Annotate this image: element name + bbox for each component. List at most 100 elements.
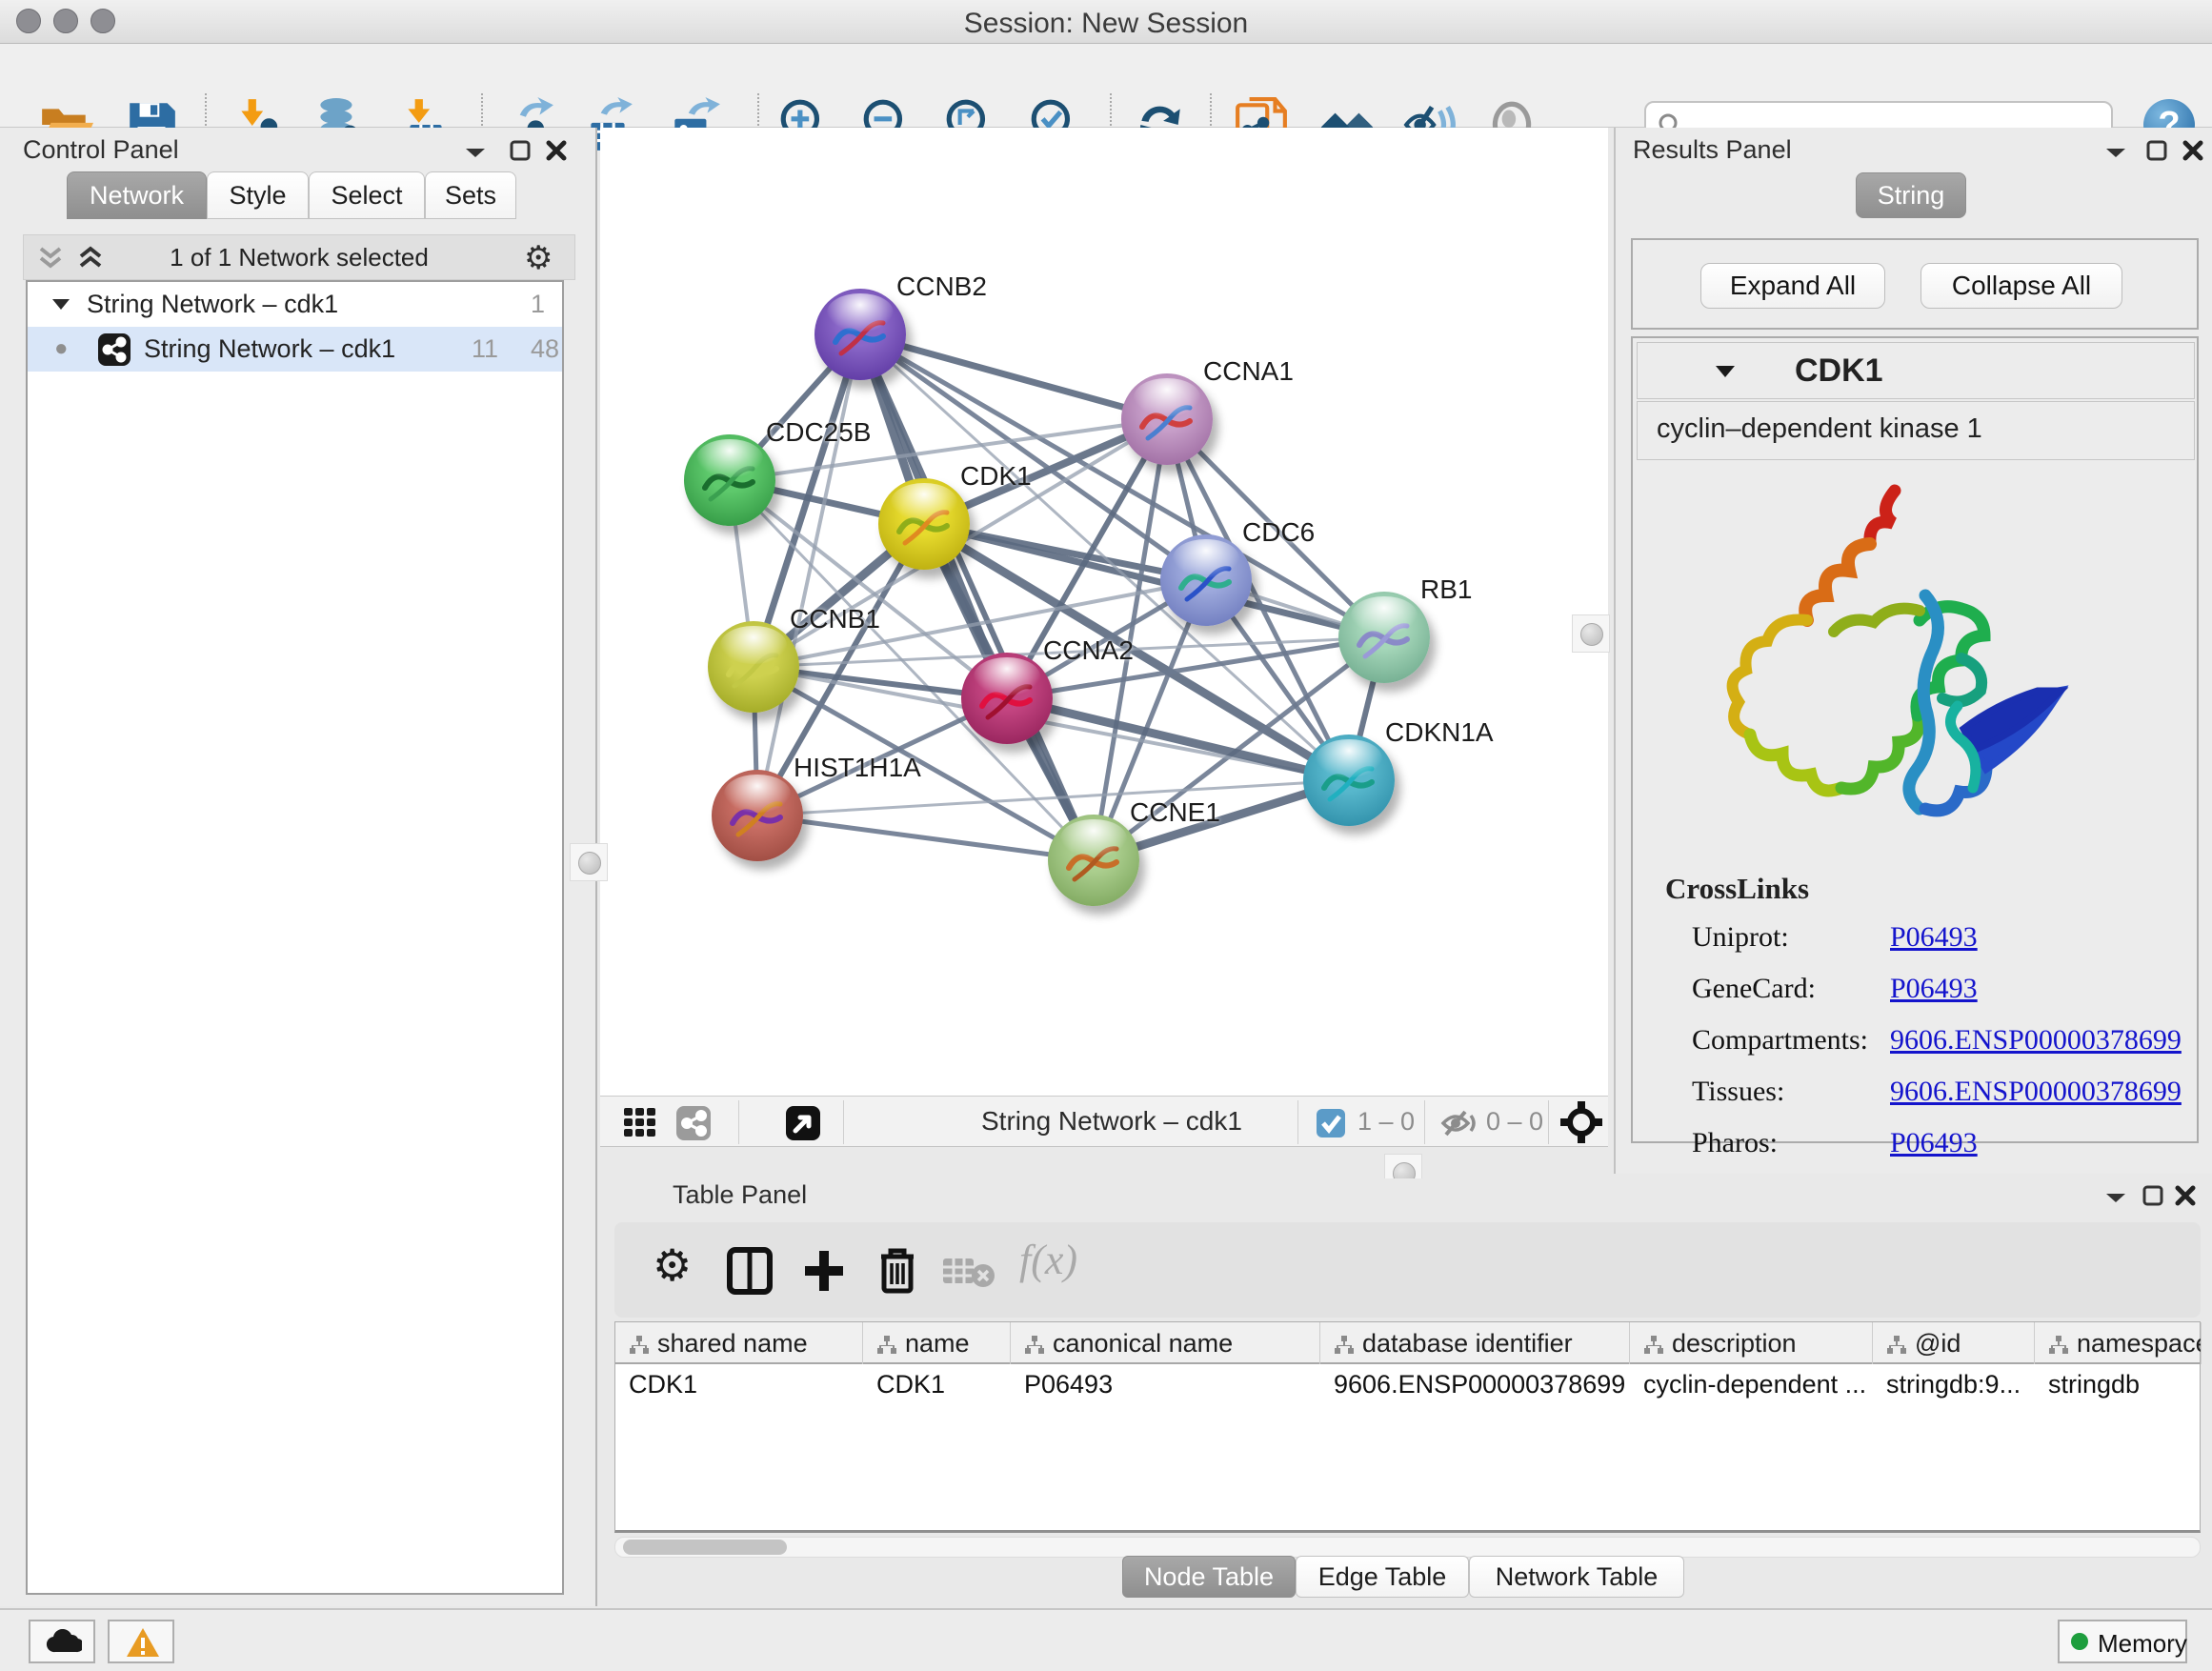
collection-label: String Network – cdk1 — [87, 282, 338, 327]
node-structure-thumbnail — [892, 499, 956, 551]
network-node-hist1h1a[interactable] — [712, 770, 803, 861]
panel-close-icon[interactable] — [545, 139, 568, 162]
horizontal-scrollbar[interactable] — [614, 1537, 2201, 1558]
tab-node-table[interactable]: Node Table — [1122, 1556, 1296, 1598]
panel-close-icon[interactable] — [2182, 139, 2204, 162]
tab-edge-table[interactable]: Edge Table — [1296, 1556, 1469, 1598]
column-header-sharedname[interactable]: shared name — [615, 1322, 863, 1364]
footer-separator — [1297, 1100, 1298, 1144]
column-header-id[interactable]: @id — [1873, 1322, 2035, 1364]
network-node-cdc6[interactable] — [1160, 534, 1252, 626]
crosslink-value[interactable]: 9606.ENSP00000378699 — [1890, 1076, 2182, 1108]
grid-view-icon[interactable] — [624, 1108, 656, 1138]
column-header-namespace[interactable]: namespace — [2035, 1322, 2202, 1364]
table-cell[interactable]: stringdb:9... — [1886, 1370, 2033, 1408]
column-header-description[interactable]: description — [1630, 1322, 1873, 1364]
cloud-button[interactable] — [29, 1620, 95, 1663]
hidden-eye-icon[interactable] — [1440, 1108, 1478, 1138]
network-selection-header: 1 of 1 Network selected ⚙ — [23, 234, 575, 280]
edge-count: 48 — [531, 327, 559, 372]
panel-float-icon[interactable] — [2142, 1184, 2164, 1207]
network-node-cdk1[interactable] — [878, 478, 970, 570]
crosslink-row: Pharos:P06493 — [1692, 1127, 2187, 1159]
network-edge[interactable] — [757, 334, 860, 815]
network-edge[interactable] — [757, 815, 1094, 860]
delete-table-icon[interactable] — [943, 1257, 996, 1289]
expand-all-button[interactable]: Expand All — [1700, 263, 1885, 309]
gene-expander-icon[interactable] — [1714, 364, 1737, 380]
network-node-cdc25b[interactable] — [684, 434, 775, 526]
table-cell[interactable]: stringdb — [2048, 1370, 2200, 1408]
column-type-icon — [1886, 1335, 1907, 1356]
hidden-count: 0 – 0 — [1486, 1107, 1543, 1137]
panel-float-icon[interactable] — [509, 139, 532, 162]
tab-select[interactable]: Select — [309, 171, 425, 219]
fit-content-crosshair-icon[interactable] — [1560, 1101, 1602, 1143]
node-table[interactable]: shared namenamecanonical namedatabase id… — [614, 1321, 2201, 1533]
column-type-icon — [1643, 1335, 1664, 1356]
network-node-rb1[interactable] — [1338, 592, 1430, 683]
column-type-icon — [876, 1335, 897, 1356]
node-label: HIST1H1A — [794, 753, 921, 783]
table-settings-gear-icon[interactable]: ⚙ — [653, 1239, 692, 1291]
status-bar: Memory — [0, 1608, 2212, 1671]
network-node-ccnb1[interactable] — [708, 621, 799, 713]
memory-button[interactable]: Memory — [2058, 1620, 2187, 1663]
collapse-all-button[interactable]: Collapse All — [1920, 263, 2122, 309]
tab-style[interactable]: Style — [207, 171, 309, 219]
selected-checkbox-icon[interactable] — [1317, 1109, 1345, 1137]
panel-float-icon[interactable] — [2145, 139, 2168, 162]
tab-network-table[interactable]: Network Table — [1469, 1556, 1684, 1598]
column-header-databaseidentifier[interactable]: database identifier — [1320, 1322, 1630, 1364]
crosslink-value[interactable]: P06493 — [1890, 921, 1978, 954]
tab-sets[interactable]: Sets — [425, 171, 516, 219]
right-divider-handle[interactable] — [1572, 614, 1610, 653]
node-structure-thumbnail — [721, 642, 786, 694]
table-cell[interactable]: CDK1 — [629, 1370, 861, 1408]
birds-eye-view-icon[interactable] — [786, 1106, 820, 1140]
panel-collapse-icon[interactable] — [2103, 145, 2128, 162]
network-canvas[interactable]: CCNB2CCNA1CDC25BCDK1CDC6RB1CCNB1CCNA2CDK… — [600, 128, 1608, 1096]
table-cell[interactable]: P06493 — [1024, 1370, 1318, 1408]
collection-count: 1 — [531, 282, 545, 327]
table-cell[interactable]: CDK1 — [876, 1370, 1009, 1408]
column-header-label: description — [1672, 1329, 1797, 1358]
crosslink-value[interactable]: P06493 — [1890, 1127, 1978, 1159]
column-header-name[interactable]: name — [863, 1322, 1011, 1364]
crosslink-value[interactable]: P06493 — [1890, 973, 1978, 1005]
tree-expander-icon[interactable] — [50, 297, 71, 312]
network-node-ccna2[interactable] — [961, 653, 1053, 744]
network-node-cdkn1a[interactable] — [1303, 735, 1395, 826]
gear-icon[interactable]: ⚙ — [524, 239, 553, 277]
gene-header-row[interactable]: CDK1 — [1637, 342, 2195, 399]
panel-close-icon[interactable] — [2174, 1184, 2197, 1207]
share-view-icon[interactable] — [676, 1106, 711, 1140]
column-header-canonicalname[interactable]: canonical name — [1011, 1322, 1320, 1364]
table-cell[interactable]: 9606.ENSP00000378699 — [1334, 1370, 1628, 1408]
scrollbar-thumb[interactable] — [623, 1540, 787, 1555]
panel-collapse-icon[interactable] — [2103, 1190, 2128, 1207]
footer-separator — [843, 1100, 844, 1144]
left-divider-handle[interactable] — [570, 843, 608, 881]
function-builder-icon[interactable]: f(x) — [1019, 1236, 1077, 1284]
warnings-button[interactable] — [108, 1620, 174, 1663]
crosslink-value[interactable]: 9606.ENSP00000378699 — [1890, 1024, 2182, 1057]
protein-structure-image — [1690, 481, 2071, 853]
network-collection-row[interactable]: String Network – cdk1 1 — [28, 282, 562, 327]
network-node-ccnb2[interactable] — [814, 289, 906, 380]
network-row[interactable]: ● String Network – cdk1 11 48 — [28, 327, 562, 372]
column-type-icon — [1024, 1335, 1045, 1356]
node-label: CCNE1 — [1130, 797, 1220, 828]
delete-column-icon[interactable] — [875, 1245, 919, 1295]
tab-network[interactable]: Network — [67, 171, 207, 219]
network-node-ccne1[interactable] — [1048, 815, 1139, 906]
tab-string[interactable]: String — [1856, 172, 1966, 218]
network-node-ccna1[interactable] — [1121, 373, 1213, 465]
gene-details-box: CDK1 cyclin–dependent kinase 1 — [1631, 336, 2199, 1143]
add-column-icon[interactable] — [801, 1247, 847, 1295]
table-cell[interactable]: cyclin-dependent ... — [1643, 1370, 1871, 1408]
panel-collapse-icon[interactable] — [463, 145, 488, 162]
show-columns-icon[interactable] — [727, 1247, 773, 1295]
crosslink-row: GeneCard:P06493 — [1692, 973, 2187, 1005]
memory-status-dot — [2071, 1633, 2088, 1650]
